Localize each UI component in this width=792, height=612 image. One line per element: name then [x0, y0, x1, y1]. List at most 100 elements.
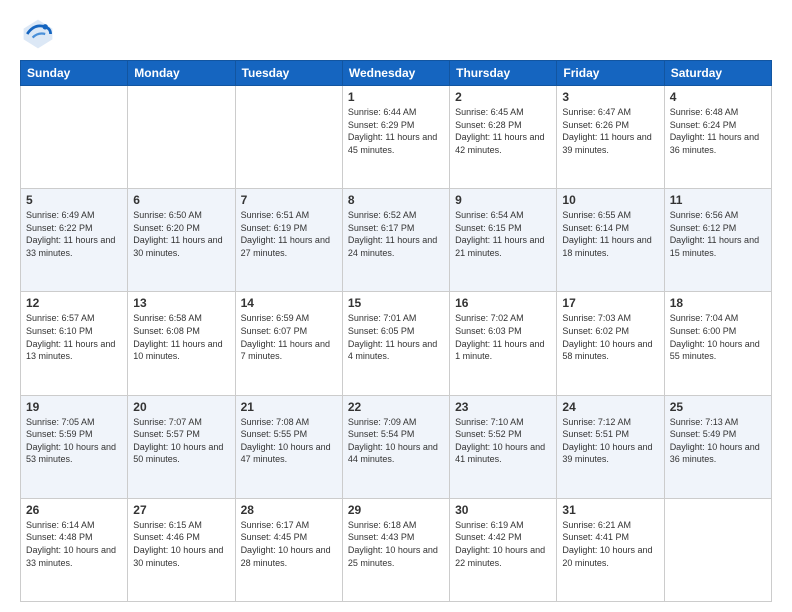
calendar-cell: 5 Sunrise: 6:49 AM Sunset: 6:22 PM Daylig… — [21, 189, 128, 292]
day-number: 22 — [348, 400, 444, 414]
day-info: Sunrise: 7:08 AM Sunset: 5:55 PM Dayligh… — [241, 416, 337, 466]
day-number: 3 — [562, 90, 658, 104]
calendar-cell: 28 Sunrise: 6:17 AM Sunset: 4:45 PM Dayli… — [235, 498, 342, 601]
calendar-cell: 3 Sunrise: 6:47 AM Sunset: 6:26 PM Daylig… — [557, 86, 664, 189]
day-number: 29 — [348, 503, 444, 517]
calendar-cell: 31Sunrise: 6:21 AM Sunset: 4:41 PM Dayli… — [557, 498, 664, 601]
calendar-cell: 13Sunrise: 6:58 AM Sunset: 6:08 PM Dayli… — [128, 292, 235, 395]
day-info: Sunrise: 7:03 AM Sunset: 6:02 PM Dayligh… — [562, 312, 658, 362]
day-number: 23 — [455, 400, 551, 414]
day-info: Sunrise: 7:12 AM Sunset: 5:51 PM Dayligh… — [562, 416, 658, 466]
weekday-header-wednesday: Wednesday — [342, 61, 449, 86]
day-info: Sunrise: 6:52 AM Sunset: 6:17 PM Dayligh… — [348, 209, 444, 259]
calendar-week-5: 26Sunrise: 6:14 AM Sunset: 4:48 PM Dayli… — [21, 498, 772, 601]
calendar-cell — [235, 86, 342, 189]
calendar-cell: 14Sunrise: 6:59 AM Sunset: 6:07 PM Dayli… — [235, 292, 342, 395]
day-number: 15 — [348, 296, 444, 310]
calendar-cell: 4 Sunrise: 6:48 AM Sunset: 6:24 PM Daylig… — [664, 86, 771, 189]
weekday-header-thursday: Thursday — [450, 61, 557, 86]
day-info: Sunrise: 7:02 AM Sunset: 6:03 PM Dayligh… — [455, 312, 551, 362]
calendar-cell: 27 Sunrise: 6:15 AM Sunset: 4:46 PM Dayli… — [128, 498, 235, 601]
calendar-week-1: 1 Sunrise: 6:44 AM Sunset: 6:29 PM Daylig… — [21, 86, 772, 189]
day-number: 16 — [455, 296, 551, 310]
day-info: Sunrise: 6:48 AM Sunset: 6:24 PM Dayligh… — [670, 106, 766, 156]
calendar-cell: 1 Sunrise: 6:44 AM Sunset: 6:29 PM Daylig… — [342, 86, 449, 189]
day-number: 10 — [562, 193, 658, 207]
calendar-cell: 23 Sunrise: 7:10 AM Sunset: 5:52 PM Dayli… — [450, 395, 557, 498]
calendar-cell: 16 Sunrise: 7:02 AM Sunset: 6:03 PM Dayli… — [450, 292, 557, 395]
day-info: Sunrise: 6:18 AM Sunset: 4:43 PM Dayligh… — [348, 519, 444, 569]
calendar-week-4: 19 Sunrise: 7:05 AM Sunset: 5:59 PM Dayli… — [21, 395, 772, 498]
header — [20, 16, 772, 52]
day-info: Sunrise: 6:56 AM Sunset: 6:12 PM Dayligh… — [670, 209, 766, 259]
calendar-cell: 18 Sunrise: 7:04 AM Sunset: 6:00 PM Dayli… — [664, 292, 771, 395]
day-number: 20 — [133, 400, 229, 414]
weekday-header-row: SundayMondayTuesdayWednesdayThursdayFrid… — [21, 61, 772, 86]
day-info: Sunrise: 6:44 AM Sunset: 6:29 PM Dayligh… — [348, 106, 444, 156]
calendar-table: SundayMondayTuesdayWednesdayThursdayFrid… — [20, 60, 772, 602]
day-info: Sunrise: 6:59 AM Sunset: 6:07 PM Dayligh… — [241, 312, 337, 362]
day-number: 19 — [26, 400, 122, 414]
day-info: Sunrise: 6:51 AM Sunset: 6:19 PM Dayligh… — [241, 209, 337, 259]
day-info: Sunrise: 6:19 AM Sunset: 4:42 PM Dayligh… — [455, 519, 551, 569]
day-info: Sunrise: 6:49 AM Sunset: 6:22 PM Dayligh… — [26, 209, 122, 259]
logo-icon — [20, 16, 56, 52]
day-number: 27 — [133, 503, 229, 517]
day-number: 21 — [241, 400, 337, 414]
calendar-cell: 30 Sunrise: 6:19 AM Sunset: 4:42 PM Dayli… — [450, 498, 557, 601]
calendar-cell: 29 Sunrise: 6:18 AM Sunset: 4:43 PM Dayli… — [342, 498, 449, 601]
weekday-header-friday: Friday — [557, 61, 664, 86]
day-info: Sunrise: 7:07 AM Sunset: 5:57 PM Dayligh… — [133, 416, 229, 466]
day-number: 17 — [562, 296, 658, 310]
day-info: Sunrise: 7:13 AM Sunset: 5:49 PM Dayligh… — [670, 416, 766, 466]
calendar-week-3: 12 Sunrise: 6:57 AM Sunset: 6:10 PM Dayli… — [21, 292, 772, 395]
day-info: Sunrise: 7:01 AM Sunset: 6:05 PM Dayligh… — [348, 312, 444, 362]
calendar-cell — [664, 498, 771, 601]
day-info: Sunrise: 6:15 AM Sunset: 4:46 PM Dayligh… — [133, 519, 229, 569]
day-number: 8 — [348, 193, 444, 207]
day-number: 18 — [670, 296, 766, 310]
calendar-cell: 8 Sunrise: 6:52 AM Sunset: 6:17 PM Daylig… — [342, 189, 449, 292]
day-info: Sunrise: 7:05 AM Sunset: 5:59 PM Dayligh… — [26, 416, 122, 466]
day-number: 2 — [455, 90, 551, 104]
day-number: 5 — [26, 193, 122, 207]
day-number: 9 — [455, 193, 551, 207]
calendar-cell: 22 Sunrise: 7:09 AM Sunset: 5:54 PM Dayli… — [342, 395, 449, 498]
calendar-cell: 26Sunrise: 6:14 AM Sunset: 4:48 PM Dayli… — [21, 498, 128, 601]
calendar-week-2: 5 Sunrise: 6:49 AM Sunset: 6:22 PM Daylig… — [21, 189, 772, 292]
day-number: 28 — [241, 503, 337, 517]
calendar-cell: 24 Sunrise: 7:12 AM Sunset: 5:51 PM Dayli… — [557, 395, 664, 498]
calendar-cell: 21 Sunrise: 7:08 AM Sunset: 5:55 PM Dayli… — [235, 395, 342, 498]
day-info: Sunrise: 6:47 AM Sunset: 6:26 PM Dayligh… — [562, 106, 658, 156]
calendar-cell — [128, 86, 235, 189]
calendar-cell: 20 Sunrise: 7:07 AM Sunset: 5:57 PM Dayli… — [128, 395, 235, 498]
day-info: Sunrise: 7:10 AM Sunset: 5:52 PM Dayligh… — [455, 416, 551, 466]
day-number: 1 — [348, 90, 444, 104]
day-info: Sunrise: 6:17 AM Sunset: 4:45 PM Dayligh… — [241, 519, 337, 569]
day-info: Sunrise: 6:57 AM Sunset: 6:10 PM Dayligh… — [26, 312, 122, 362]
day-info: Sunrise: 6:55 AM Sunset: 6:14 PM Dayligh… — [562, 209, 658, 259]
page: SundayMondayTuesdayWednesdayThursdayFrid… — [0, 0, 792, 612]
calendar-cell: 10 Sunrise: 6:55 AM Sunset: 6:14 PM Dayli… — [557, 189, 664, 292]
day-info: Sunrise: 6:14 AM Sunset: 4:48 PM Dayligh… — [26, 519, 122, 569]
calendar-cell — [21, 86, 128, 189]
day-info: Sunrise: 7:09 AM Sunset: 5:54 PM Dayligh… — [348, 416, 444, 466]
day-number: 13 — [133, 296, 229, 310]
day-number: 11 — [670, 193, 766, 207]
day-number: 30 — [455, 503, 551, 517]
calendar-cell: 9Sunrise: 6:54 AM Sunset: 6:15 PM Daylig… — [450, 189, 557, 292]
day-number: 25 — [670, 400, 766, 414]
calendar-cell: 12 Sunrise: 6:57 AM Sunset: 6:10 PM Dayli… — [21, 292, 128, 395]
day-info: Sunrise: 6:21 AM Sunset: 4:41 PM Dayligh… — [562, 519, 658, 569]
calendar-cell: 7Sunrise: 6:51 AM Sunset: 6:19 PM Daylig… — [235, 189, 342, 292]
logo — [20, 16, 62, 52]
day-number: 12 — [26, 296, 122, 310]
weekday-header-monday: Monday — [128, 61, 235, 86]
weekday-header-sunday: Sunday — [21, 61, 128, 86]
day-info: Sunrise: 6:45 AM Sunset: 6:28 PM Dayligh… — [455, 106, 551, 156]
day-number: 4 — [670, 90, 766, 104]
day-info: Sunrise: 6:50 AM Sunset: 6:20 PM Dayligh… — [133, 209, 229, 259]
day-number: 24 — [562, 400, 658, 414]
calendar-cell: 17 Sunrise: 7:03 AM Sunset: 6:02 PM Dayli… — [557, 292, 664, 395]
day-info: Sunrise: 7:04 AM Sunset: 6:00 PM Dayligh… — [670, 312, 766, 362]
